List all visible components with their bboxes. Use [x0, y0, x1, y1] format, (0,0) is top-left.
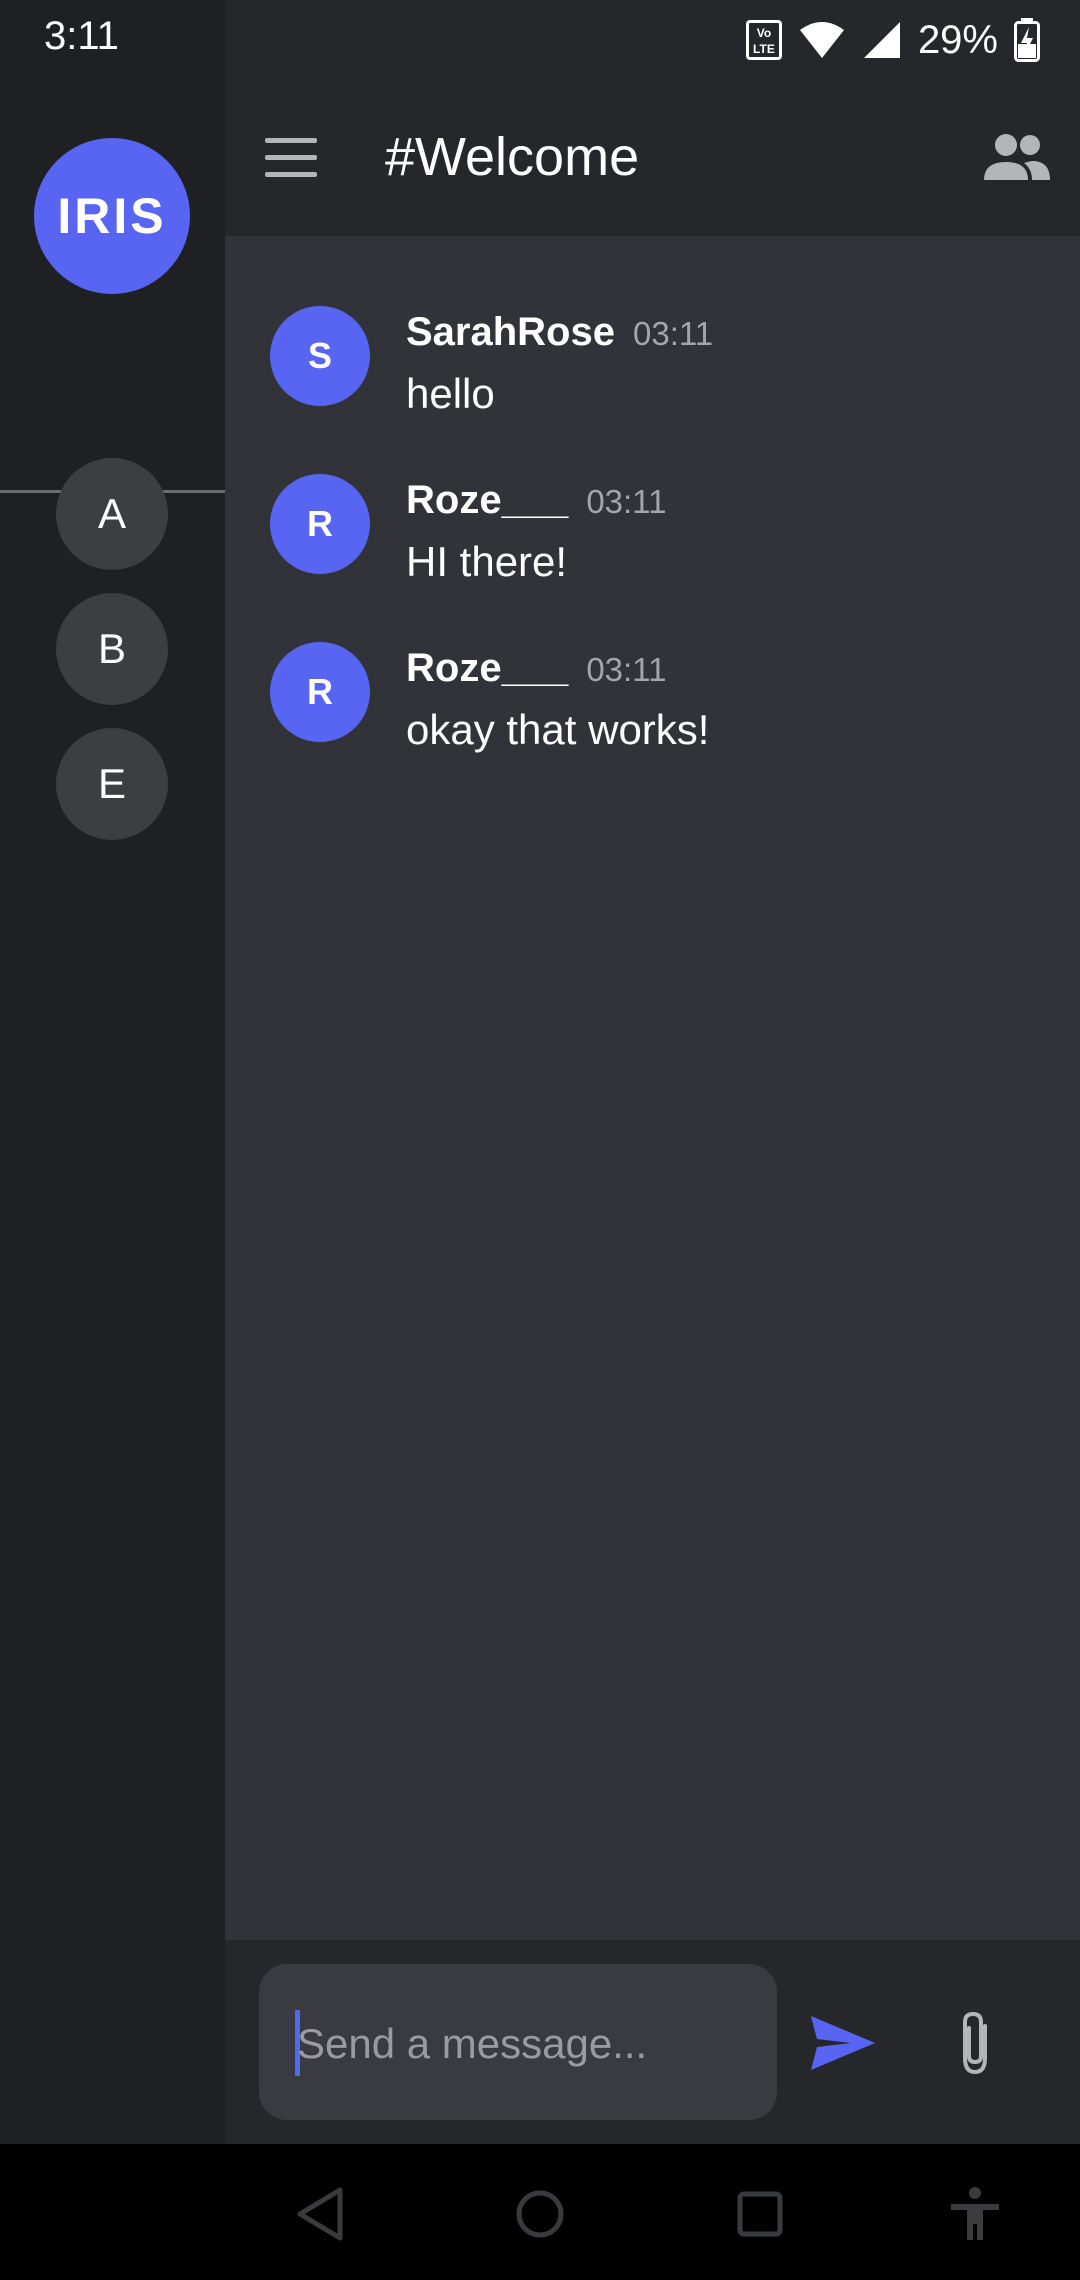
message-composer	[225, 1940, 1080, 2144]
triangle-back-icon[interactable]	[292, 2184, 352, 2244]
channel-title: #Welcome	[385, 127, 640, 187]
message-author-line: Roze___ 03:11	[406, 646, 666, 691]
avatar[interactable]: R	[270, 642, 370, 742]
server-icon-a[interactable]: A	[56, 458, 168, 570]
status-bar: 3:11 Vo LTE 29%	[0, 0, 1080, 80]
accessibility-icon[interactable]	[945, 2184, 1005, 2244]
hamburger-menu-icon[interactable]	[265, 138, 317, 178]
message-text: hello	[406, 370, 495, 417]
paperclip-icon[interactable]	[955, 2010, 995, 2076]
message-time: 03:11	[586, 651, 667, 688]
message-list[interactable]: S SarahRose 03:11 hello R Roze___ 03:11 HI…	[225, 236, 1080, 1940]
battery-charging-icon	[1014, 18, 1040, 62]
square-recents-icon[interactable]	[730, 2184, 790, 2244]
circle-home-icon[interactable]	[510, 2184, 570, 2244]
message-item: S SarahRose 03:11 hello	[270, 306, 1050, 417]
message-author-line: Roze___ 03:11	[406, 478, 666, 523]
signal-icon	[863, 22, 900, 58]
message-text: HI there!	[406, 538, 568, 585]
send-icon[interactable]	[811, 2016, 875, 2070]
avatar[interactable]: S	[270, 306, 370, 406]
app-home-button[interactable]: IRIS	[34, 138, 190, 294]
message-time: 03:11	[632, 315, 714, 352]
message-input-box[interactable]	[259, 1964, 777, 2120]
message-input[interactable]	[295, 2008, 759, 2080]
message-author[interactable]: Roze___	[406, 478, 568, 522]
message-item: R Roze___ 03:11 okay that works!	[270, 642, 1050, 753]
system-nav-bar	[0, 2144, 1080, 2280]
people-icon[interactable]	[984, 132, 1050, 182]
message-author[interactable]: SarahRose	[406, 310, 615, 354]
status-icons: Vo LTE 29%	[745, 14, 1040, 66]
volte-icon: Vo LTE	[745, 20, 782, 60]
battery-percent: 29%	[917, 17, 998, 62]
message-item: R Roze___ 03:11 HI there!	[270, 474, 1050, 585]
wifi-icon	[799, 22, 844, 58]
avatar[interactable]: R	[270, 474, 370, 574]
status-time: 3:11	[44, 14, 119, 58]
server-icon-b[interactable]: B	[56, 593, 168, 705]
message-text: okay that works!	[406, 706, 710, 753]
server-icon-e[interactable]: E	[56, 728, 168, 840]
message-author-line: SarahRose 03:11	[406, 310, 713, 355]
message-time: 03:11	[586, 483, 667, 520]
channel-header: #Welcome	[225, 80, 1080, 236]
message-author[interactable]: Roze___	[406, 646, 568, 690]
server-rail: IRIS A B E	[0, 80, 225, 2144]
